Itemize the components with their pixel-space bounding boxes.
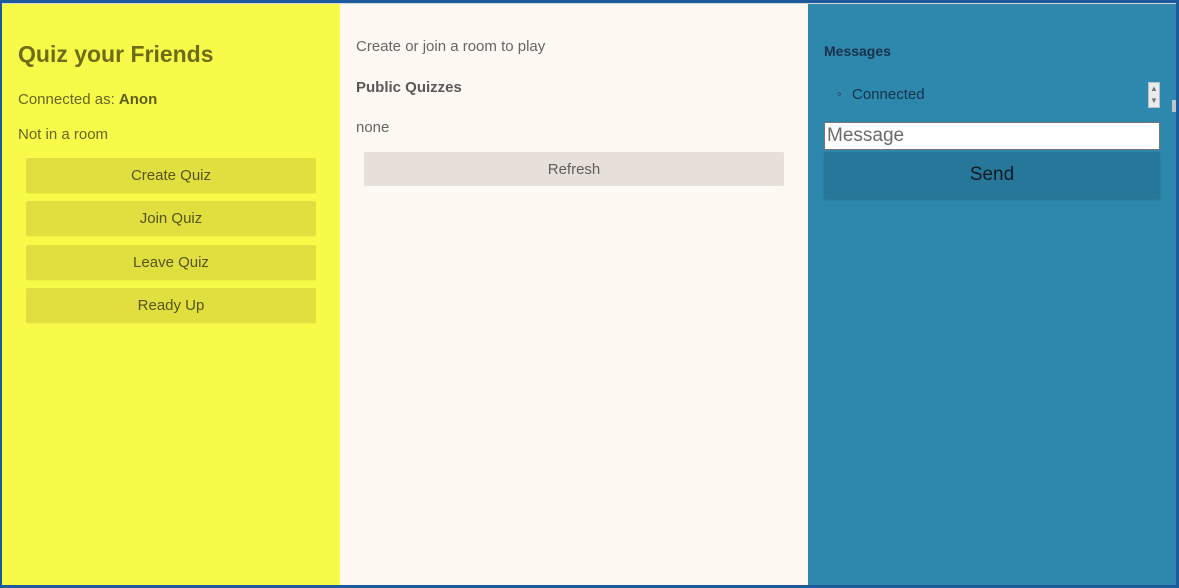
- lobby-panel: Create or join a room to play Public Qui…: [340, 4, 808, 585]
- send-button[interactable]: Send: [824, 152, 1160, 198]
- create-quiz-button[interactable]: Create Quiz: [26, 158, 316, 193]
- ready-up-button[interactable]: Ready Up: [26, 288, 316, 323]
- username: Anon: [118, 91, 158, 108]
- public-quizzes-list: none: [356, 119, 390, 136]
- scroll-up-arrow-icon[interactable]: ▲: [1149, 83, 1159, 95]
- connection-status: Connected as: Anon: [18, 91, 157, 108]
- window-edge-handle: [1172, 100, 1176, 112]
- message-list-scrollbar[interactable]: ▲ ▼: [1148, 82, 1160, 108]
- scroll-down-arrow-icon[interactable]: ▼: [1149, 95, 1159, 107]
- messages-panel: Messages Connected ▲ ▼ Send: [808, 4, 1176, 585]
- message-list: Connected ▲ ▼: [824, 82, 1160, 110]
- refresh-button[interactable]: Refresh: [364, 152, 784, 186]
- app-window: Quiz your Friends Connected as: Anon Not…: [2, 3, 1176, 585]
- connected-label: Connected as:: [18, 91, 119, 108]
- leave-quiz-button[interactable]: Leave Quiz: [26, 245, 316, 280]
- page-title: Quiz your Friends: [18, 41, 214, 67]
- message-input[interactable]: [824, 122, 1160, 150]
- join-quiz-button[interactable]: Join Quiz: [26, 201, 316, 236]
- player-panel: Quiz your Friends Connected as: Anon Not…: [2, 4, 340, 585]
- lobby-intro: Create or join a room to play: [356, 38, 546, 55]
- list-item: Connected: [837, 86, 924, 103]
- messages-heading: Messages: [824, 43, 891, 59]
- room-status: Not in a room: [18, 126, 109, 143]
- public-quizzes-heading: Public Quizzes: [356, 79, 462, 96]
